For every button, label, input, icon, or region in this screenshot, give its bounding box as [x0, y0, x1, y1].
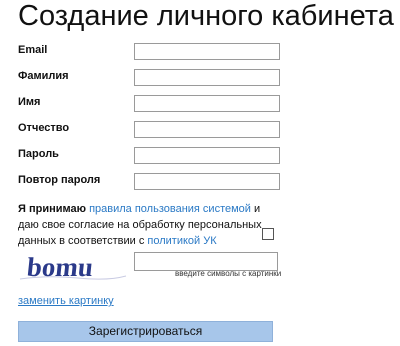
captcha-graphic: bomu [19, 252, 127, 282]
password-repeat-label: Повтор пароля [18, 174, 101, 186]
captcha-hint: введите символы с картинки [175, 269, 282, 278]
name-label: Имя [18, 96, 41, 108]
password-label: Пароль [18, 148, 59, 160]
captcha-image: bomu [18, 249, 128, 287]
surname-label: Фамилия [18, 70, 69, 82]
change-captcha-link[interactable]: заменить картинку [18, 295, 114, 307]
email-label: Email [18, 44, 48, 56]
password-field[interactable] [134, 147, 280, 164]
page-title: Создание личного кабинета [18, 0, 394, 32]
rules-link[interactable]: правила пользования системой [89, 203, 251, 215]
register-button[interactable]: Зарегистрироваться [18, 321, 273, 342]
captcha-text: bomu [26, 252, 95, 282]
agreement-text: Я принимаю правила пользования системой … [18, 201, 263, 249]
policy-link[interactable]: политикой УК [147, 235, 216, 247]
password-repeat-field[interactable] [134, 173, 280, 190]
patronymic-field[interactable] [134, 121, 280, 138]
agreement-checkbox[interactable] [262, 228, 274, 240]
name-field[interactable] [134, 95, 280, 112]
agreement-prefix: Я принимаю [18, 203, 86, 215]
patronymic-label: Отчество [18, 122, 70, 134]
email-field[interactable] [134, 43, 280, 60]
surname-field[interactable] [134, 69, 280, 86]
